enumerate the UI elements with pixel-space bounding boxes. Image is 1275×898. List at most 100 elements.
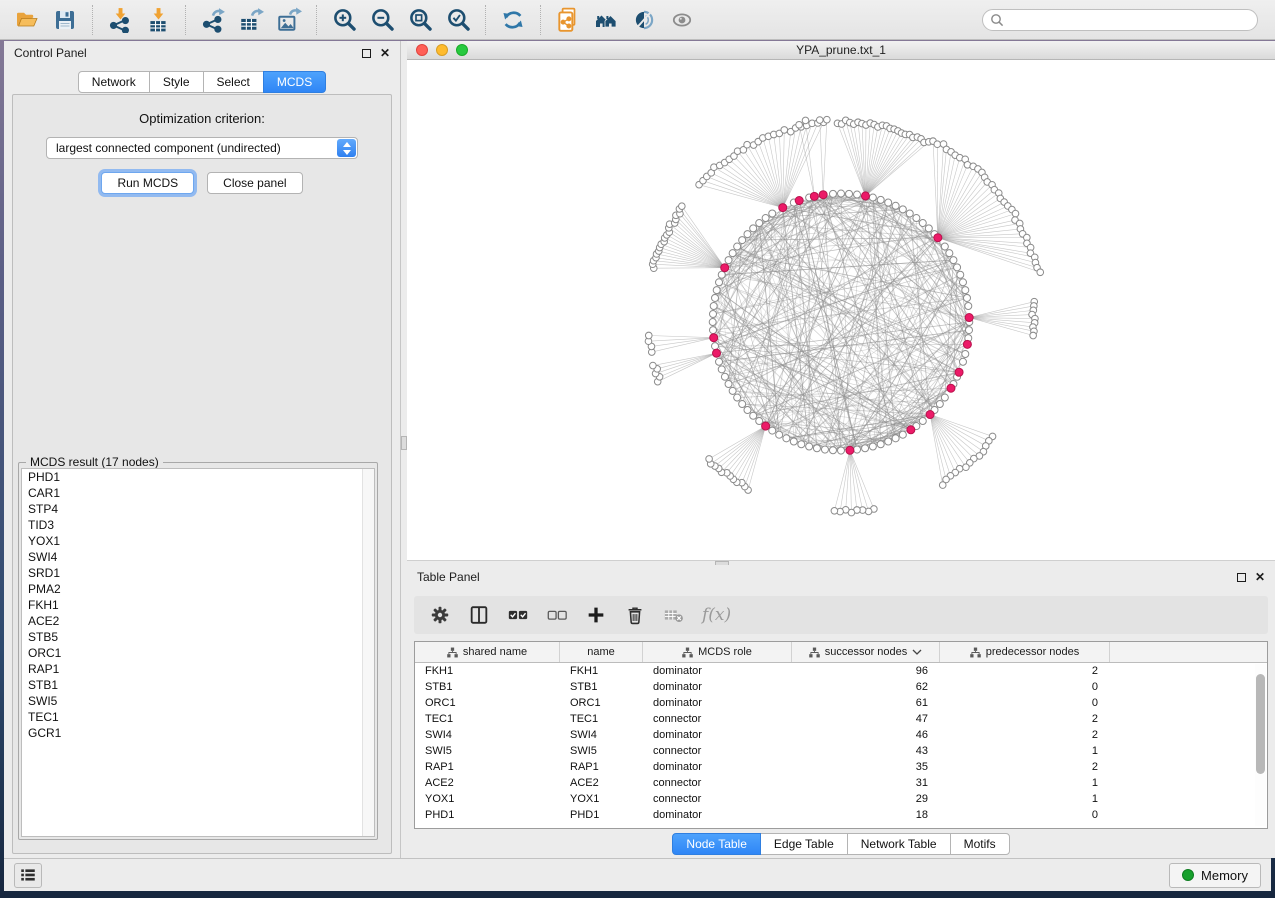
function-builder-icon[interactable]: f(x): [702, 605, 731, 625]
export-network-icon[interactable]: [198, 6, 228, 34]
table-row[interactable]: ACE2ACE2connector311: [415, 775, 1267, 791]
memory-button[interactable]: Memory: [1169, 863, 1261, 888]
table-cell[interactable]: 31: [792, 777, 940, 789]
table-cell[interactable]: dominator: [643, 809, 792, 821]
tab-edge-table[interactable]: Edge Table: [760, 833, 848, 855]
task-history-button[interactable]: [14, 863, 42, 888]
table-cell[interactable]: 1: [940, 745, 1110, 757]
mcds-result-item[interactable]: YOX1: [22, 533, 374, 549]
table-cell[interactable]: 61: [792, 697, 940, 709]
mcds-result-item[interactable]: GCR1: [22, 725, 374, 741]
tab-node-table[interactable]: Node Table: [672, 833, 761, 855]
tab-network[interactable]: Network: [78, 71, 150, 93]
mcds-result-list[interactable]: PHD1CAR1STP4TID3YOX1SWI4SRD1PMA2FKH1ACE2…: [21, 468, 375, 837]
table-cell[interactable]: dominator: [643, 681, 792, 693]
table-cell[interactable]: dominator: [643, 729, 792, 741]
table-row[interactable]: RAP1RAP1dominator352: [415, 759, 1267, 775]
mcds-result-item[interactable]: FKH1: [22, 597, 374, 613]
mcds-result-item[interactable]: PMA2: [22, 581, 374, 597]
table-row[interactable]: FKH1FKH1dominator962: [415, 663, 1267, 679]
column-header-predecessor-nodes[interactable]: predecessor nodes: [940, 642, 1110, 662]
table-cell[interactable]: 46: [792, 729, 940, 741]
node-table[interactable]: shared namenameMCDS rolesuccessor nodesp…: [414, 641, 1268, 829]
table-cell[interactable]: RAP1: [560, 761, 643, 773]
mcds-result-item[interactable]: STB5: [22, 629, 374, 645]
select-all-icon[interactable]: [505, 602, 531, 628]
tab-style[interactable]: Style: [149, 71, 204, 93]
network-from-selection-icon[interactable]: [553, 6, 583, 34]
table-cell[interactable]: 0: [940, 681, 1110, 693]
import-network-icon[interactable]: [105, 6, 135, 34]
show-hide-icon[interactable]: [667, 6, 697, 34]
table-cell[interactable]: 43: [792, 745, 940, 757]
table-cell[interactable]: 0: [940, 697, 1110, 709]
table-cell[interactable]: ORC1: [415, 697, 560, 709]
table-row[interactable]: SWI4SWI4dominator462: [415, 727, 1267, 743]
import-table-icon[interactable]: [143, 6, 173, 34]
tab-motifs[interactable]: Motifs: [950, 833, 1010, 855]
table-cell[interactable]: dominator: [643, 697, 792, 709]
table-scrollbar[interactable]: [1255, 664, 1266, 826]
mcds-result-item[interactable]: PHD1: [22, 469, 374, 485]
column-header-shared-name[interactable]: shared name: [415, 642, 560, 662]
add-column-icon[interactable]: [583, 602, 609, 628]
table-cell[interactable]: 2: [940, 761, 1110, 773]
cybrowser-home-icon[interactable]: [591, 6, 621, 34]
export-table-icon[interactable]: [236, 6, 266, 34]
table-cell[interactable]: dominator: [643, 761, 792, 773]
table-row[interactable]: STB1STB1dominator620: [415, 679, 1267, 695]
tab-select[interactable]: Select: [203, 71, 264, 93]
close-panel-icon[interactable]: ✕: [1255, 573, 1265, 582]
table-cell[interactable]: SWI5: [415, 745, 560, 757]
table-cell[interactable]: ORC1: [560, 697, 643, 709]
table-cell[interactable]: FKH1: [415, 665, 560, 677]
column-header-name[interactable]: name: [560, 642, 643, 662]
table-cell[interactable]: ACE2: [415, 777, 560, 789]
table-cell[interactable]: SWI5: [560, 745, 643, 757]
zoom-fit-icon[interactable]: [405, 6, 435, 34]
zoom-in-icon[interactable]: [329, 6, 359, 34]
table-cell[interactable]: FKH1: [560, 665, 643, 677]
mcds-result-item[interactable]: SRD1: [22, 565, 374, 581]
table-row[interactable]: YOX1YOX1connector291: [415, 791, 1267, 807]
mcds-list-scrollbar[interactable]: [362, 469, 374, 836]
table-scrollbar-thumb[interactable]: [1256, 674, 1265, 774]
table-cell[interactable]: connector: [643, 777, 792, 789]
network-canvas[interactable]: [407, 60, 1275, 560]
float-panel-icon[interactable]: [362, 49, 371, 58]
table-cell[interactable]: SWI4: [560, 729, 643, 741]
table-cell[interactable]: STB1: [415, 681, 560, 693]
mcds-result-item[interactable]: TEC1: [22, 709, 374, 725]
table-cell[interactable]: 2: [940, 713, 1110, 725]
table-cell[interactable]: 2: [940, 729, 1110, 741]
search-field[interactable]: [982, 9, 1258, 31]
float-panel-icon[interactable]: [1237, 573, 1246, 582]
zoom-out-icon[interactable]: [367, 6, 397, 34]
table-cell[interactable]: 35: [792, 761, 940, 773]
table-cell[interactable]: ACE2: [560, 777, 643, 789]
mcds-result-item[interactable]: CAR1: [22, 485, 374, 501]
criterion-dropdown[interactable]: largest connected component (undirected): [46, 137, 358, 159]
table-cell[interactable]: 18: [792, 809, 940, 821]
tab-mcds[interactable]: MCDS: [263, 71, 326, 93]
table-cell[interactable]: 96: [792, 665, 940, 677]
mcds-result-item[interactable]: RAP1: [22, 661, 374, 677]
table-cell[interactable]: PHD1: [415, 809, 560, 821]
deselect-all-icon[interactable]: [544, 602, 570, 628]
delete-columns-icon[interactable]: [622, 602, 648, 628]
table-cell[interactable]: TEC1: [560, 713, 643, 725]
refresh-layout-icon[interactable]: [498, 6, 528, 34]
table-settings-icon[interactable]: [427, 602, 453, 628]
column-header-MCDS-role[interactable]: MCDS role: [643, 642, 792, 662]
table-cell[interactable]: 29: [792, 793, 940, 805]
table-cell[interactable]: dominator: [643, 665, 792, 677]
search-input[interactable]: [1008, 11, 1257, 29]
tab-network-table[interactable]: Network Table: [847, 833, 951, 855]
column-header-successor-nodes[interactable]: successor nodes: [792, 642, 940, 662]
zoom-selected-icon[interactable]: [443, 6, 473, 34]
table-cell[interactable]: RAP1: [415, 761, 560, 773]
table-row[interactable]: SWI5SWI5connector431: [415, 743, 1267, 759]
table-cell[interactable]: 1: [940, 777, 1110, 789]
table-cell[interactable]: YOX1: [560, 793, 643, 805]
table-cell[interactable]: 1: [940, 793, 1110, 805]
